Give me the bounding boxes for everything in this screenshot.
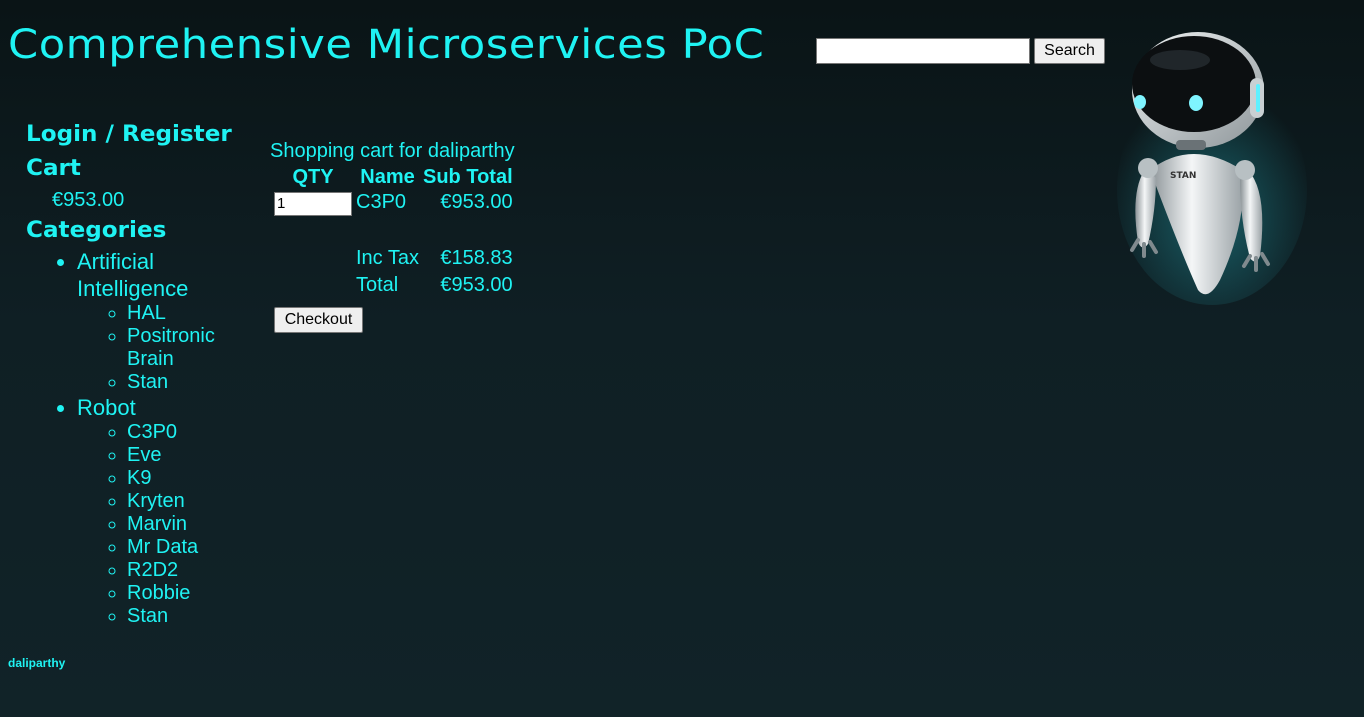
total-value: €953.00 — [440, 273, 513, 296]
cart-item-row: C3P0 €953.00 — [274, 190, 513, 216]
product-link-kryten[interactable]: Kryten — [127, 490, 237, 513]
checkout-button[interactable]: Checkout — [274, 307, 363, 333]
sidebar: Login / Register Cart €953.00 Categories… — [26, 118, 246, 628]
total-row: Total €953.00 — [274, 273, 513, 298]
subcategory-list: C3P0 Eve K9 Kryten Marvin Mr Data R2D2 R… — [77, 421, 227, 628]
subtotal-column-header: Sub Total — [423, 166, 513, 188]
category-item[interactable]: Artificial Intelligence HAL Positronic B… — [77, 248, 227, 394]
category-label[interactable]: Robot — [77, 395, 136, 420]
login-register-link[interactable]: Login / Register — [26, 118, 257, 152]
tax-value: €158.83 — [440, 246, 513, 269]
cart-caption: Shopping cart for daliparthy — [270, 140, 515, 162]
cart-table: QTY Name Sub Total C3P0 €953.00 Inc Tax … — [270, 164, 517, 300]
tax-label: Inc Tax — [356, 246, 419, 269]
product-link-k9[interactable]: K9 — [127, 467, 237, 490]
product-link-eve[interactable]: Eve — [127, 444, 237, 467]
footer-username: daliparthy — [8, 656, 66, 670]
subcategory-list: HAL Positronic Brain Stan — [77, 302, 227, 394]
mascot-label: STAN — [1170, 171, 1196, 181]
product-link-marvin[interactable]: Marvin — [127, 513, 237, 536]
product-link-hal[interactable]: HAL — [127, 302, 237, 325]
tax-row: Inc Tax €158.83 — [274, 246, 513, 271]
product-link-r2d2[interactable]: R2D2 — [127, 559, 237, 582]
item-name: C3P0 — [356, 191, 407, 214]
name-column-header: Name — [360, 166, 415, 188]
total-label: Total — [356, 273, 399, 296]
qty-column-header: QTY — [292, 166, 334, 188]
cart-heading[interactable]: Cart — [26, 152, 257, 186]
cart-header-row: QTY Name Sub Total — [274, 166, 513, 188]
product-link-mr-data[interactable]: Mr Data — [127, 536, 237, 559]
item-subtotal: €953.00 — [440, 191, 513, 214]
site-title: Comprehensive Microservices PoC — [8, 22, 765, 68]
robot-mascot-icon: STAN — [1117, 32, 1307, 305]
spacer-row — [274, 218, 513, 244]
category-label[interactable]: Artificial Intelligence — [77, 249, 188, 301]
quantity-input[interactable] — [274, 191, 352, 216]
product-link-stan[interactable]: Stan — [127, 371, 237, 394]
cart-total: €953.00 — [52, 189, 125, 211]
product-link-c3p0[interactable]: C3P0 — [127, 421, 237, 444]
cart-panel: Shopping cart for daliparthy QTY Name Su… — [270, 138, 517, 300]
product-link-stan[interactable]: Stan — [127, 605, 237, 628]
category-list: Artificial Intelligence HAL Positronic B… — [26, 248, 246, 628]
search-button[interactable]: Search — [1034, 38, 1105, 64]
category-item[interactable]: Robot C3P0 Eve K9 Kryten Marvin Mr Data … — [77, 394, 227, 628]
search-input[interactable] — [816, 38, 1030, 64]
categories-heading: Categories — [26, 218, 167, 243]
product-link-positronic-brain[interactable]: Positronic Brain — [127, 325, 237, 371]
product-link-robbie[interactable]: Robbie — [127, 582, 237, 605]
